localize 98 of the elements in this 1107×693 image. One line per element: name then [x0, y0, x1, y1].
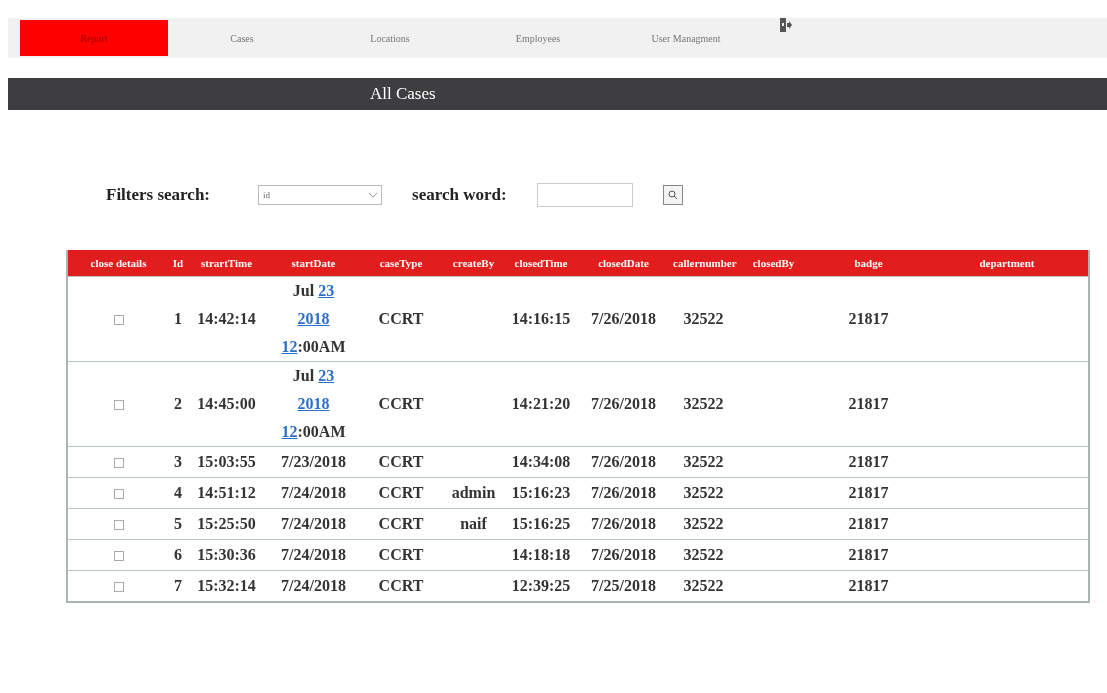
date-link[interactable]: 23	[318, 367, 335, 384]
date-text: Jul 23	[292, 282, 335, 299]
table-cell: 7/25/2018	[591, 577, 656, 594]
nav-tab[interactable]: Locations	[316, 20, 464, 56]
checkbox[interactable]	[113, 551, 124, 562]
column-header: badge	[811, 250, 926, 277]
checkbox[interactable]	[113, 489, 124, 500]
table-cell: 1	[174, 310, 182, 327]
date-text: Jul 23	[292, 367, 335, 384]
table-cell: 32522	[683, 484, 724, 501]
column-header: closedTime	[506, 250, 576, 277]
table-cell: 21817	[848, 484, 889, 501]
date-text: 12:00AM	[281, 423, 346, 440]
table-cell: 14:18:18	[511, 546, 571, 563]
table-cell: 14:21:20	[511, 395, 571, 412]
table-cell: CCRT	[378, 484, 424, 501]
date-link[interactable]: 12	[281, 338, 298, 355]
filter-select[interactable]: id	[258, 185, 382, 205]
column-header: strartTime	[187, 250, 266, 277]
column-header: caseType	[361, 250, 441, 277]
table-cell: CCRT	[378, 453, 424, 470]
table-cell: 12:39:25	[511, 577, 571, 594]
date-text: 7/24/2018	[281, 484, 346, 501]
column-header: createBy	[441, 250, 506, 277]
table-cell: 15:03:55	[197, 453, 256, 470]
checkbox[interactable]	[113, 520, 124, 531]
table-cell: 32522	[683, 453, 724, 470]
table-cell: 7	[174, 577, 182, 594]
table-cell: 7/26/2018	[591, 453, 656, 470]
date-text: 7/24/2018	[281, 577, 346, 594]
search-button[interactable]	[662, 185, 683, 205]
column-header: callernumber	[671, 250, 736, 277]
date-link[interactable]: 12	[281, 423, 298, 440]
table-cell: 15:16:23	[511, 484, 571, 501]
table-cell: 7/26/2018	[591, 546, 656, 563]
checkbox[interactable]	[113, 458, 124, 469]
table-cell: 2	[174, 395, 182, 412]
table-cell: 15:30:36	[197, 546, 256, 563]
table-cell: 7/26/2018	[591, 515, 656, 532]
column-header: department	[926, 250, 1089, 277]
table-cell: 21817	[848, 310, 889, 327]
table-cell: admin	[451, 484, 496, 501]
table-cell: 5	[174, 515, 182, 532]
table-cell: 21817	[848, 453, 889, 470]
table-cell: 14:51:12	[197, 484, 256, 501]
checkbox[interactable]	[113, 582, 124, 593]
table-cell: 14:45:00	[197, 395, 256, 412]
table-cell: 7/26/2018	[591, 395, 656, 412]
table-cell: 32522	[683, 310, 724, 327]
table-cell: 32522	[683, 515, 724, 532]
table-cell: 15:16:25	[511, 515, 571, 532]
nav-tab[interactable]: Cases	[168, 20, 316, 56]
table-cell: CCRT	[378, 577, 424, 594]
table-cell: 32522	[683, 577, 724, 594]
table-cell: 3	[174, 453, 182, 470]
table-cell: 6	[174, 546, 182, 563]
table-cell: 14:42:14	[197, 310, 256, 327]
date-text: 7/24/2018	[281, 546, 346, 563]
date-link[interactable]: 23	[318, 282, 335, 299]
date-text: 7/23/2018	[281, 453, 346, 470]
search-icon	[667, 190, 678, 200]
table-cell: CCRT	[378, 515, 424, 532]
column-header: closedDate	[576, 250, 671, 277]
date-link[interactable]: 2018	[297, 310, 330, 327]
date-link[interactable]: 2018	[297, 395, 330, 412]
table-cell: 32522	[683, 546, 724, 563]
nav-tab[interactable]: Employees	[464, 20, 612, 56]
column-header: Id	[169, 250, 187, 277]
logout-icon[interactable]	[780, 18, 792, 32]
table-cell: 21817	[848, 546, 889, 563]
date-text: 7/24/2018	[281, 515, 346, 532]
date-text: 12:00AM	[281, 338, 346, 355]
search-field[interactable]	[536, 183, 633, 207]
table-cell: 14:16:15	[511, 310, 571, 327]
filters-label: Filters search:	[106, 185, 210, 205]
chevron-icon	[369, 192, 377, 198]
table-cell: 21817	[848, 395, 889, 412]
table-cell: 15:25:50	[197, 515, 256, 532]
table-cell: naif	[460, 515, 487, 532]
checkbox[interactable]	[113, 315, 124, 326]
table-cell: 4	[174, 484, 182, 501]
nav-tab[interactable]: User Managment	[612, 20, 760, 56]
table-cell: 7/26/2018	[591, 310, 656, 327]
table-cell: CCRT	[378, 395, 424, 412]
table-cell: 21817	[848, 577, 889, 594]
table-cell: 21817	[848, 515, 889, 532]
table-cell: CCRT	[378, 310, 424, 327]
page-title: All Cases	[370, 84, 436, 104]
column-header: closedBy	[736, 250, 811, 277]
table-cell: 7/26/2018	[591, 484, 656, 501]
search-word-label: search word:	[412, 185, 507, 205]
checkbox[interactable]	[113, 400, 124, 411]
table-cell: 15:32:14	[197, 577, 256, 594]
column-header: close details	[67, 250, 169, 277]
table-cell: CCRT	[378, 546, 424, 563]
table-cell: 14:34:08	[511, 453, 571, 470]
column-header: startDate	[266, 250, 361, 277]
table-cell: 32522	[683, 395, 724, 412]
